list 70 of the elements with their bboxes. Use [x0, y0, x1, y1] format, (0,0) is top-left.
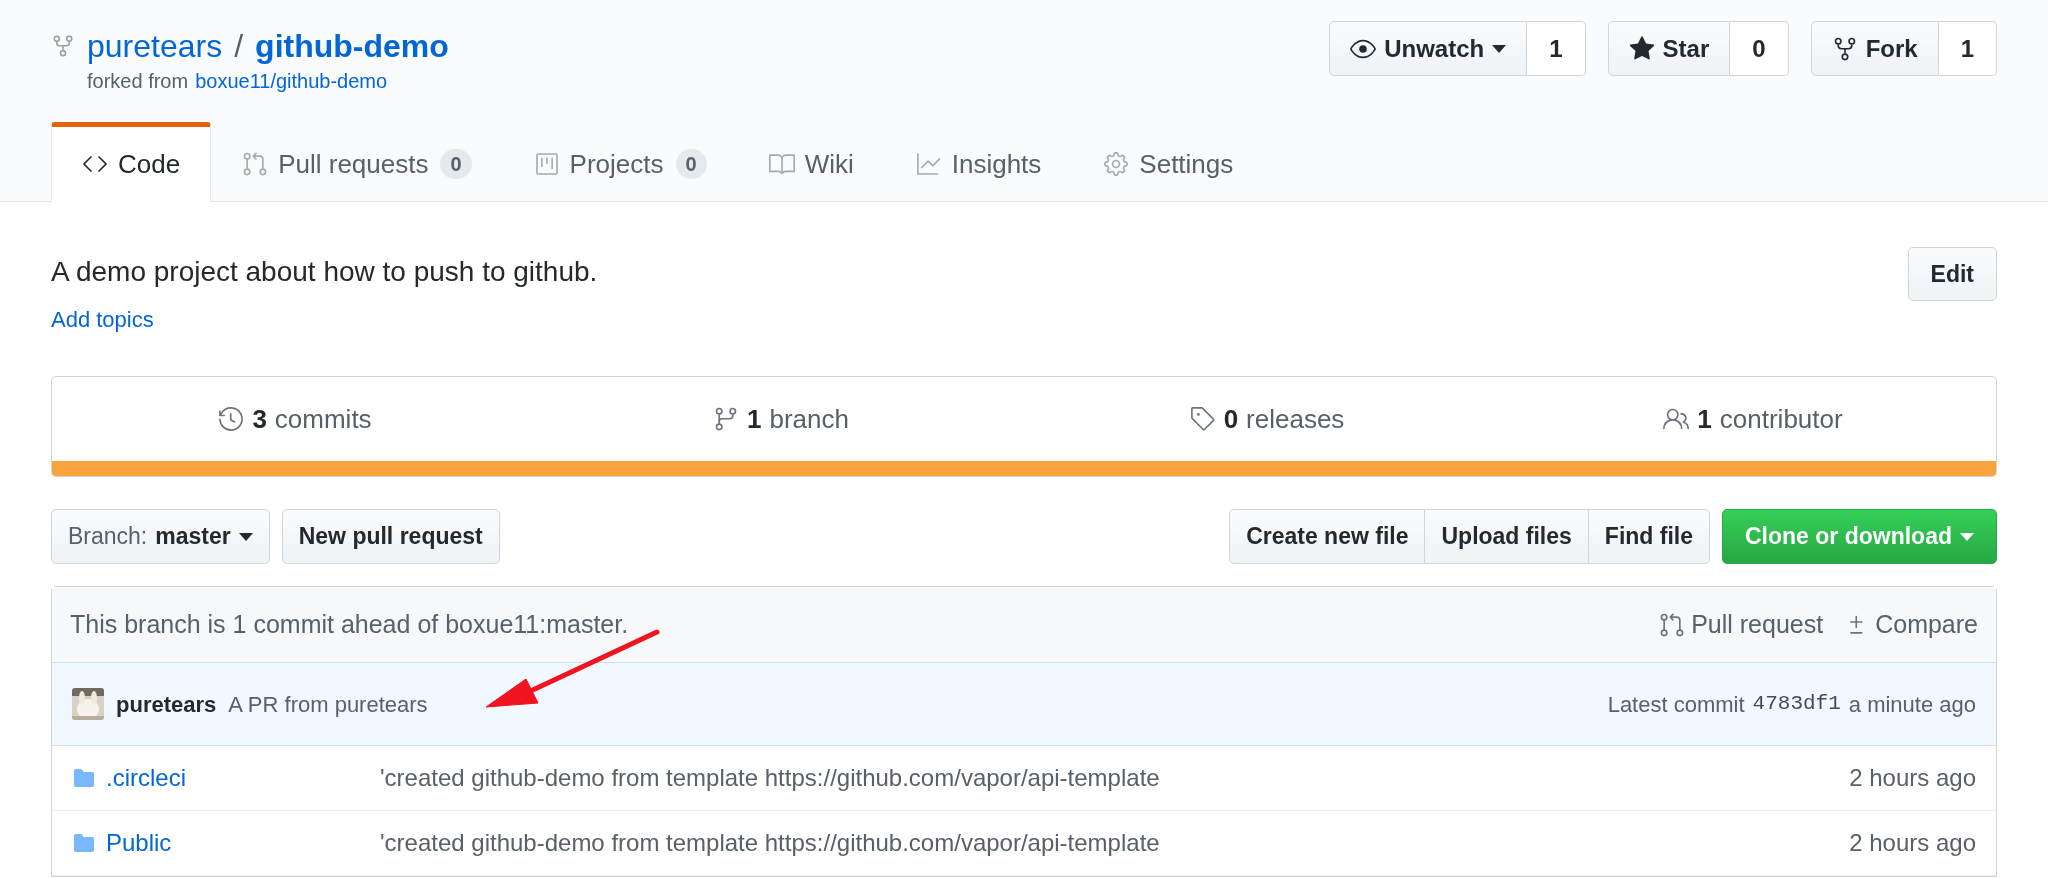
- edit-button[interactable]: Edit: [1907, 247, 1997, 301]
- file-name-link[interactable]: .circleci: [106, 760, 186, 796]
- file-action-button[interactable]: Upload files: [1425, 509, 1589, 564]
- stat-count: 1: [747, 402, 762, 436]
- file-name-link[interactable]: Public: [106, 825, 172, 861]
- commit-time: a minute ago: [1848, 690, 1976, 719]
- file-action-button[interactable]: Create new file: [1229, 509, 1426, 564]
- repo-name-link[interactable]: github-demo: [255, 24, 449, 68]
- star-button[interactable]: Star: [1607, 21, 1731, 76]
- path-separator: /: [234, 27, 244, 66]
- branch-name: master: [155, 522, 231, 552]
- tag-icon: [1189, 406, 1216, 432]
- social-count[interactable]: 0: [1730, 21, 1789, 76]
- pull-request-icon: [242, 151, 269, 177]
- commit-message-link[interactable]: 'created github-demo from template https://github.com/vapor/api-template: [380, 760, 1850, 796]
- people-icon: [1663, 406, 1690, 432]
- stat-link[interactable]: 3 commits: [52, 399, 538, 439]
- stat-count: 3: [252, 402, 267, 436]
- folder-icon: [72, 766, 96, 790]
- settings-icon: [1103, 151, 1130, 177]
- stat-link[interactable]: 0 releases: [1024, 399, 1510, 439]
- commit-message-link[interactable]: 'created github-demo from template https://github.com/vapor/api-template: [380, 825, 1850, 861]
- branch-prefix: Branch:: [68, 522, 148, 552]
- pull-link[interactable]: Pull request: [1659, 605, 1824, 644]
- repo-tab[interactable]: Code: [51, 122, 212, 202]
- stat-link[interactable]: 1 contributor: [1510, 399, 1996, 439]
- repo-tab[interactable]: Settings: [1072, 122, 1265, 202]
- repo-tab[interactable]: Projects 0: [502, 122, 738, 202]
- compare-message: This branch is 1 commit ahead of boxue11:master.: [70, 608, 629, 640]
- latest-commit-label: Latest commit: [1607, 690, 1745, 719]
- folder-icon: [72, 831, 96, 855]
- fork-button[interactable]: Fork: [1810, 21, 1939, 76]
- stat-label: branch: [769, 402, 849, 436]
- caret-icon: [1960, 532, 1974, 541]
- repo-tab[interactable]: Pull requests 0: [211, 122, 503, 202]
- compare-link[interactable]: Compare: [1843, 605, 1978, 644]
- social-count[interactable]: 1: [1938, 21, 1997, 76]
- new-pull-request-button[interactable]: New pull request: [281, 509, 500, 564]
- watch-button[interactable]: Unwatch: [1329, 21, 1528, 76]
- file-age: 2 hours ago: [1849, 828, 1976, 858]
- stat-label: releases: [1246, 402, 1345, 436]
- project-board-icon: [533, 151, 560, 177]
- commit-author-link[interactable]: puretears: [116, 687, 217, 721]
- commit-message-link[interactable]: A PR from puretears: [228, 687, 428, 721]
- stat-link[interactable]: 1 branch: [538, 399, 1024, 439]
- repo-tab[interactable]: Wiki: [737, 122, 885, 202]
- social-count[interactable]: 1: [1527, 21, 1586, 76]
- book-icon: [768, 151, 795, 177]
- stat-label: commits: [274, 402, 372, 436]
- pull-request-icon: [1659, 611, 1686, 638]
- tab-counter: 0: [440, 149, 472, 179]
- caret-icon: [238, 532, 253, 541]
- repo-description: A demo project about how to push to github.: [51, 255, 598, 289]
- repo-tab[interactable]: Insights: [884, 122, 1073, 202]
- history-icon: [218, 406, 245, 432]
- stat-label: contributor: [1719, 402, 1843, 436]
- caret-icon: [1492, 44, 1507, 53]
- stat-count: 0: [1223, 402, 1239, 436]
- fork-source-link[interactable]: boxue11/github-demo: [195, 68, 388, 94]
- owner-link[interactable]: puretears: [87, 24, 223, 68]
- tab-counter: 0: [675, 149, 707, 179]
- commit-sha-link[interactable]: 4783df1: [1752, 688, 1841, 720]
- forked-from-label: forked from: [87, 69, 189, 94]
- branch-icon: [713, 406, 739, 432]
- file-action-button[interactable]: Find file: [1588, 509, 1710, 564]
- file-age: 2 hours ago: [1849, 763, 1976, 793]
- add-topics-link[interactable]: Add topics: [51, 306, 154, 334]
- branch-select-button[interactable]: Branch: master: [51, 509, 270, 564]
- star-icon: [1628, 35, 1655, 62]
- stat-count: 1: [1697, 402, 1712, 436]
